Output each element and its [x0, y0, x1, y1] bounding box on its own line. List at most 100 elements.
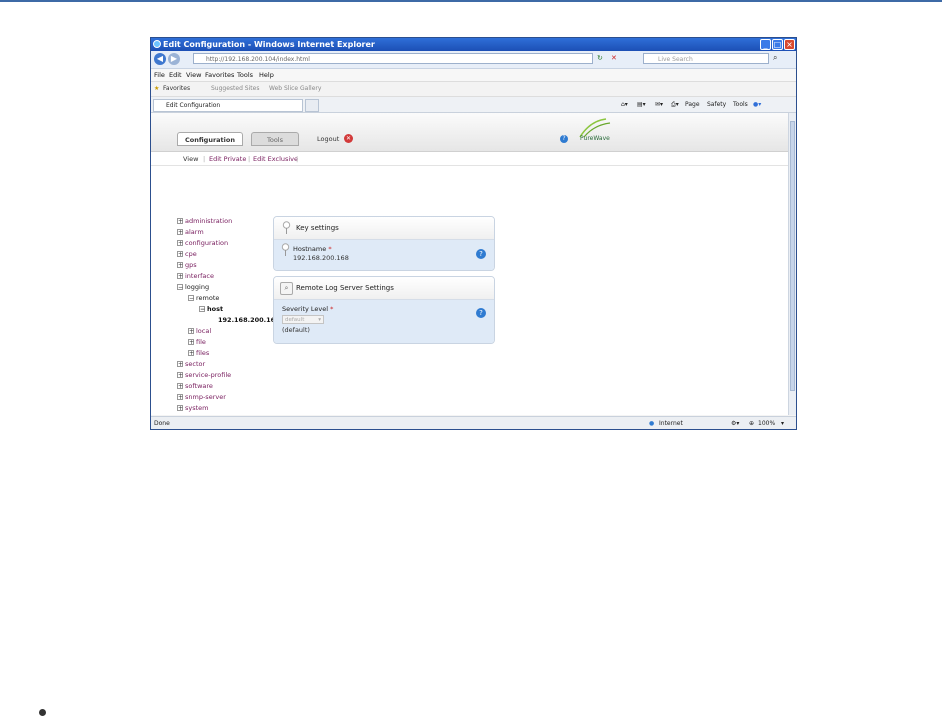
menu-view[interactable]: View: [186, 69, 201, 81]
tree-node[interactable]: + sector: [177, 360, 205, 369]
expand-icon[interactable]: +: [177, 273, 183, 280]
tree-node-label[interactable]: logging: [185, 283, 209, 291]
collapse-icon[interactable]: −: [199, 306, 205, 313]
tree-node-label[interactable]: cpe: [185, 250, 197, 258]
hostname-value[interactable]: 192.168.200.168: [293, 254, 349, 262]
tree-node[interactable]: − remote: [188, 294, 219, 303]
menu-edit[interactable]: Edit: [169, 69, 182, 81]
expand-icon[interactable]: +: [177, 405, 183, 412]
help-menu-icon[interactable]: ●▾: [753, 100, 761, 110]
feeds-icon[interactable]: ▤▾: [637, 100, 646, 110]
minimize-button[interactable]: _: [760, 39, 771, 50]
tree-node[interactable]: + service-profile: [177, 371, 231, 380]
tree-node[interactable]: + files: [188, 349, 209, 358]
tree-node[interactable]: − host: [199, 305, 223, 314]
subnav-view[interactable]: View: [183, 154, 198, 164]
vertical-scrollbar[interactable]: [788, 113, 796, 415]
favorites-button[interactable]: Favorites: [163, 82, 190, 96]
new-tab-button[interactable]: [305, 99, 319, 112]
suggested-sites-link[interactable]: Suggested Sites: [211, 82, 259, 96]
expand-icon[interactable]: +: [177, 251, 183, 258]
forward-button[interactable]: ▶: [168, 53, 180, 65]
tree-node[interactable]: + file: [188, 338, 206, 347]
stop-icon[interactable]: ✕: [611, 54, 617, 62]
address-input[interactable]: http://192.168.200.104/index.html: [193, 53, 593, 64]
collapse-icon[interactable]: −: [177, 284, 183, 291]
tree-node-label[interactable]: gps: [185, 261, 197, 269]
search-input[interactable]: Live Search: [643, 53, 769, 64]
expand-icon[interactable]: +: [188, 350, 194, 357]
expand-icon[interactable]: +: [177, 372, 183, 379]
tree-node[interactable]: + local: [188, 327, 211, 336]
tree-node[interactable]: + snmp-server: [177, 393, 226, 402]
expand-icon[interactable]: +: [177, 383, 183, 390]
subnav-edit-exclusive[interactable]: Edit Exclusive: [253, 154, 298, 164]
subnav-edit-private[interactable]: Edit Private: [209, 154, 246, 164]
tree-node[interactable]: + administration: [177, 217, 232, 226]
tree-node-label[interactable]: interface: [185, 272, 214, 280]
logout-link[interactable]: Logout: [317, 134, 339, 144]
tree-node[interactable]: 192.168.200.168: [210, 316, 280, 325]
browser-tab[interactable]: Edit Configuration: [153, 99, 303, 112]
home-icon[interactable]: ⌂▾: [621, 100, 628, 110]
severity-level-select[interactable]: default ▾: [282, 315, 324, 324]
help-icon[interactable]: ?: [476, 249, 486, 259]
close-button[interactable]: ×: [784, 39, 795, 50]
tree-node[interactable]: + cpe: [177, 250, 197, 259]
zoom-icon[interactable]: ⊕: [749, 417, 754, 429]
tree-node-label[interactable]: service-profile: [185, 371, 231, 379]
print-icon[interactable]: ⎙▾: [671, 100, 679, 110]
scrollbar-thumb[interactable]: [790, 121, 795, 391]
tree-node-label[interactable]: system: [185, 404, 209, 412]
tools-menu[interactable]: Tools: [733, 100, 748, 110]
tree-node-label[interactable]: local: [196, 327, 211, 335]
tree-node-label[interactable]: host: [207, 305, 223, 313]
refresh-icon[interactable]: ↻: [597, 54, 603, 62]
page-menu[interactable]: Page: [685, 100, 700, 110]
web-slice-gallery-link[interactable]: Web Slice Gallery: [269, 82, 321, 96]
collapse-icon[interactable]: −: [188, 295, 194, 302]
tree-node-label[interactable]: software: [185, 382, 213, 390]
tree-node-label[interactable]: sector: [185, 360, 205, 368]
chevron-down-icon[interactable]: ▾: [781, 417, 784, 429]
zoom-level[interactable]: 100%: [758, 417, 775, 429]
tree-node[interactable]: + system: [177, 404, 209, 413]
safety-menu[interactable]: Safety: [707, 100, 726, 110]
search-icon[interactable]: ⌕: [773, 53, 783, 63]
tree-node-label[interactable]: remote: [196, 294, 219, 302]
menu-help[interactable]: Help: [259, 69, 274, 81]
maximize-button[interactable]: □: [772, 39, 783, 50]
tab-configuration[interactable]: Configuration: [177, 132, 243, 146]
tree-node[interactable]: + gps: [177, 261, 197, 270]
tree-node-label[interactable]: configuration: [185, 239, 228, 247]
logout-icon[interactable]: ✕: [344, 134, 353, 143]
expand-icon[interactable]: +: [188, 339, 194, 346]
tree-node-label[interactable]: administration: [185, 217, 232, 225]
expand-icon[interactable]: +: [177, 240, 183, 247]
tree-node[interactable]: + interface: [177, 272, 214, 281]
menu-file[interactable]: File: [154, 69, 165, 81]
menu-favorites[interactable]: Favorites: [205, 69, 234, 81]
mail-icon[interactable]: ✉▾: [655, 100, 663, 110]
tree-node[interactable]: + configuration: [177, 239, 228, 248]
help-icon[interactable]: ?: [476, 308, 486, 318]
tree-node[interactable]: + software: [177, 382, 213, 391]
tree-node[interactable]: + alarm: [177, 228, 204, 237]
tree-node-label[interactable]: snmp-server: [185, 393, 226, 401]
tree-node[interactable]: − logging: [177, 283, 209, 292]
help-icon[interactable]: ?: [560, 135, 568, 143]
menu-tools[interactable]: Tools: [237, 69, 253, 81]
tree-node-label[interactable]: files: [196, 349, 209, 357]
expand-icon[interactable]: +: [177, 394, 183, 401]
expand-icon[interactable]: +: [188, 328, 194, 335]
protected-mode-icon[interactable]: ⚙▾: [731, 417, 739, 429]
tab-tools[interactable]: Tools: [251, 132, 299, 146]
back-button[interactable]: ◀: [154, 53, 166, 65]
expand-icon[interactable]: +: [177, 229, 183, 236]
expand-icon[interactable]: +: [177, 361, 183, 368]
tree-node-label[interactable]: 192.168.200.168: [218, 316, 280, 324]
tree-node-label[interactable]: alarm: [185, 228, 204, 236]
expand-icon[interactable]: +: [177, 262, 183, 269]
expand-icon[interactable]: +: [177, 218, 183, 225]
tree-node-label[interactable]: file: [196, 338, 206, 346]
